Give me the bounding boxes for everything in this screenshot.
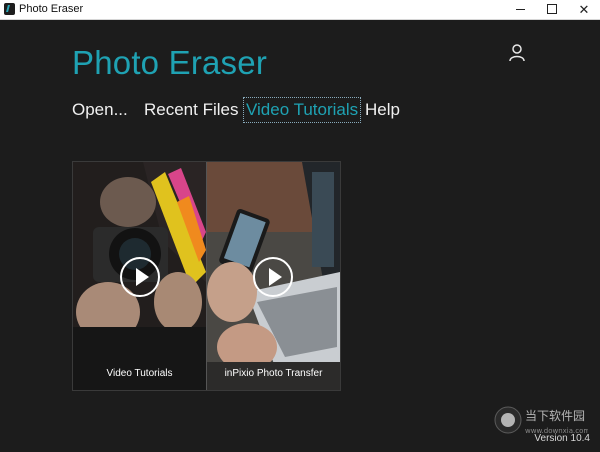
nav-open[interactable]: Open... xyxy=(72,100,128,120)
play-icon[interactable] xyxy=(120,257,160,297)
tile-video-tutorials[interactable]: Video Tutorials xyxy=(73,162,206,390)
version-label: Version 10.4 xyxy=(534,433,590,444)
close-icon: ✕ xyxy=(578,2,590,17)
svg-text:当下软件园: 当下软件园 xyxy=(525,409,585,423)
tile-label: Video Tutorials xyxy=(106,368,173,379)
window-title: Photo Eraser xyxy=(19,3,84,15)
tiles-panel: Video Tutorials inPixio Photo Transfer xyxy=(72,161,341,391)
app-body: Photo Eraser Open... Recent Files Video … xyxy=(0,20,600,452)
minimize-button[interactable] xyxy=(504,0,536,19)
window-titlebar: Photo Eraser ✕ xyxy=(0,0,600,20)
app-title: Photo Eraser xyxy=(72,44,268,81)
maximize-button[interactable] xyxy=(536,0,568,19)
minimize-icon xyxy=(515,8,525,10)
nav-help[interactable]: Help xyxy=(365,100,400,120)
close-button[interactable]: ✕ xyxy=(568,0,600,19)
nav-video-tutorials[interactable]: Video Tutorials xyxy=(242,97,362,123)
tile-photo-transfer[interactable]: inPixio Photo Transfer xyxy=(207,162,340,390)
maximize-icon xyxy=(547,4,557,15)
play-icon[interactable] xyxy=(253,257,293,297)
tile-label: inPixio Photo Transfer xyxy=(224,368,323,379)
user-icon[interactable] xyxy=(509,44,525,62)
app-logo-icon xyxy=(4,3,15,15)
nav-recent-files[interactable]: Recent Files xyxy=(144,100,238,120)
